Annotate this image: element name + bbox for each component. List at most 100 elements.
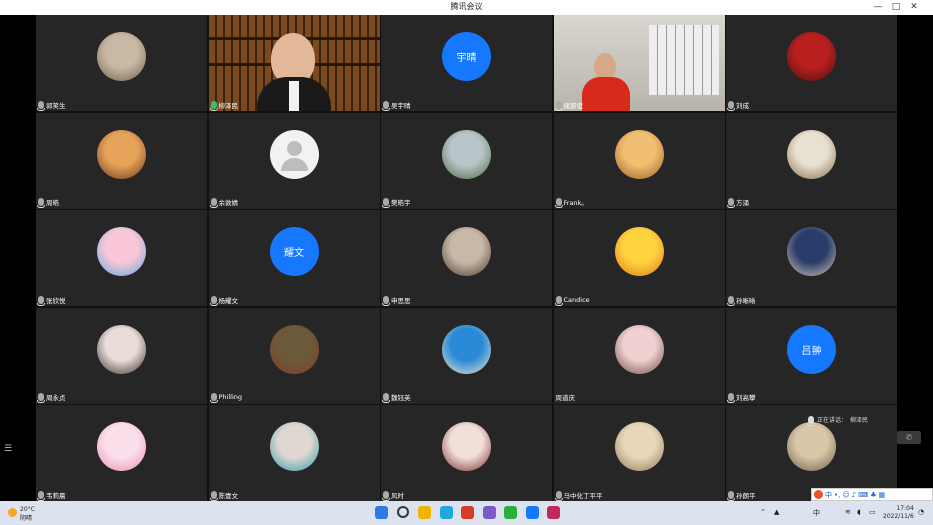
clock-date: 2022/11/6 <box>883 513 914 520</box>
participant-tile[interactable]: 耀文 杨耀文 <box>208 210 380 306</box>
participant-nameplate: 申思思 <box>382 294 411 306</box>
participant-tile[interactable]: 风时 <box>381 405 552 501</box>
mic-muted-icon <box>727 100 735 111</box>
wechat-icon[interactable] <box>504 506 517 519</box>
avatar-initials: 宇晴 <box>442 32 491 81</box>
emoji-icon[interactable]: ☺ <box>842 491 849 499</box>
mic-muted-icon <box>37 490 45 501</box>
participant-tile[interactable]: 宇晴吴宇晴 <box>381 15 552 111</box>
weather-desc: 阴晴 <box>20 515 33 522</box>
keyboard-icon[interactable]: ⌨ <box>858 491 868 499</box>
windows-start-icon[interactable] <box>375 506 388 519</box>
participant-tile[interactable]: 申思思 <box>381 210 552 306</box>
participant-name: 储晋谊 <box>563 101 584 110</box>
mic-muted-icon <box>209 295 218 306</box>
mic-muted-icon <box>727 490 735 501</box>
participant-name: 马中化丁平平 <box>563 491 603 500</box>
wifi-icon[interactable]: ≋ <box>845 508 851 516</box>
person-icon <box>269 129 319 179</box>
participant-nameplate: 吴宇晴 <box>382 99 411 111</box>
ime-toolbar[interactable]: 中 •, ☺ ♪ ⌨ ♣ ▦ <box>811 488 933 501</box>
participant-nameplate: 杨耀文 <box>209 294 238 306</box>
weather-widget[interactable]: 20°C 阴晴 <box>8 506 35 522</box>
participant-name: 方涌 <box>736 199 749 207</box>
chevron-up-icon[interactable]: ⌃ <box>760 508 766 516</box>
tray-app-icon[interactable]: ▲ <box>774 508 779 516</box>
wps-icon[interactable] <box>461 506 474 519</box>
cartoon-kid <box>97 227 146 276</box>
participant-name: 吴宇晴 <box>391 101 411 110</box>
mic-icon <box>807 415 815 426</box>
doorway-photo <box>614 422 664 471</box>
speaking-name: 柳泽民 <box>850 417 869 424</box>
photos-icon[interactable] <box>482 506 496 519</box>
participant-tile[interactable]: 周道庆 <box>553 307 725 404</box>
cat-photo <box>97 32 146 81</box>
participant-name: 樊皓宇 <box>391 199 411 207</box>
mic-muted-icon <box>554 198 563 208</box>
speaking-indicator: 正在讲话： 柳泽民 <box>807 415 869 426</box>
participant-name: 张欣悦 <box>46 296 66 305</box>
avatar-initials: 吕翀 <box>787 324 836 374</box>
participant-nameplate: 周永贞 <box>37 392 66 403</box>
sogou-icon[interactable] <box>814 490 823 499</box>
sun-icon <box>8 508 17 517</box>
participant-tile[interactable]: 柳泽民 <box>208 15 380 111</box>
participant-tile[interactable]: 韦莉晨 <box>36 405 207 501</box>
participant-tile[interactable]: Frank。 <box>553 112 725 209</box>
person-photo <box>787 227 836 276</box>
tencent-meeting-icon[interactable] <box>525 506 539 519</box>
mic-muted-icon <box>554 100 563 111</box>
participant-name: 柳泽民 <box>218 101 239 110</box>
skin-icon[interactable]: ♣ <box>870 491 876 499</box>
mic-icon[interactable]: ♪ <box>852 491 856 499</box>
ime-mode[interactable]: 中 <box>825 490 832 500</box>
participant-tile[interactable]: 马中化丁平平 <box>553 405 725 501</box>
close-button[interactable]: ✕ <box>907 0 921 15</box>
street-photo <box>442 227 491 276</box>
participant-name: 郭笑生 <box>46 101 66 110</box>
participant-name: 刘成 <box>736 101 749 110</box>
file-explorer-icon[interactable] <box>418 506 431 519</box>
mic-muted-icon <box>554 295 563 306</box>
participant-tile[interactable]: 吕翀 刘高攀 <box>726 307 897 404</box>
clock[interactable]: 17:04 2022/11/6 <box>883 505 914 521</box>
participant-name: Candice <box>563 295 590 304</box>
punctuation-icon[interactable]: •, <box>834 491 840 499</box>
tray-ime[interactable]: 中 <box>813 508 820 518</box>
participant-tile[interactable]: 储晋谊 <box>553 15 725 111</box>
participant-tile[interactable]: Philling <box>208 307 380 404</box>
toolbox-icon[interactable]: ▦ <box>879 491 886 499</box>
bookshelf-video <box>208 15 380 111</box>
participant-nameplate: 孙晰晰 <box>727 294 756 306</box>
participant-tile[interactable]: 周皓 <box>36 112 207 209</box>
participant-tile[interactable]: 魏钰英 <box>381 307 552 404</box>
edge-icon[interactable] <box>439 506 453 519</box>
participant-tile[interactable]: 刘成 <box>726 15 897 111</box>
participant-tile[interactable]: 陈壹文 <box>208 405 380 501</box>
participant-nameplate: Candice <box>554 294 590 306</box>
notification-icon[interactable]: ◔ <box>918 508 924 516</box>
participant-tile[interactable]: 方涌 <box>726 112 897 209</box>
participant-nameplate: 魏钰英 <box>382 392 411 403</box>
cartoon-mouse <box>614 129 664 179</box>
search-icon[interactable] <box>396 506 409 518</box>
volume-icon[interactable]: ◖ <box>857 508 861 516</box>
hangup-icon[interactable]: ✆ <box>897 431 921 444</box>
participant-tile[interactable]: 樊皓宇 <box>381 112 552 209</box>
participant-nameplate: 方涌 <box>727 197 749 208</box>
battery-icon[interactable]: ▭ <box>869 508 876 516</box>
participant-tile[interactable]: 余敦婧 <box>208 112 380 209</box>
app-star-icon[interactable] <box>547 506 560 519</box>
participant-tile[interactable]: 孙晰晰 <box>726 210 897 306</box>
participant-name: 陈壹文 <box>218 491 239 500</box>
collapse-list-icon[interactable]: ☰ <box>4 444 14 454</box>
participant-tile[interactable]: 张欣悦 <box>36 210 207 306</box>
participant-tile[interactable]: 周永贞 <box>36 307 207 404</box>
participant-tile[interactable]: 郭笑生 <box>36 15 207 111</box>
maximize-button[interactable]: □ <box>889 0 903 15</box>
participant-nameplate: Philling <box>209 392 242 403</box>
minimize-button[interactable]: — <box>871 0 885 15</box>
participant-nameplate: 张欣悦 <box>37 294 66 306</box>
participant-tile[interactable]: Candice <box>553 210 725 306</box>
